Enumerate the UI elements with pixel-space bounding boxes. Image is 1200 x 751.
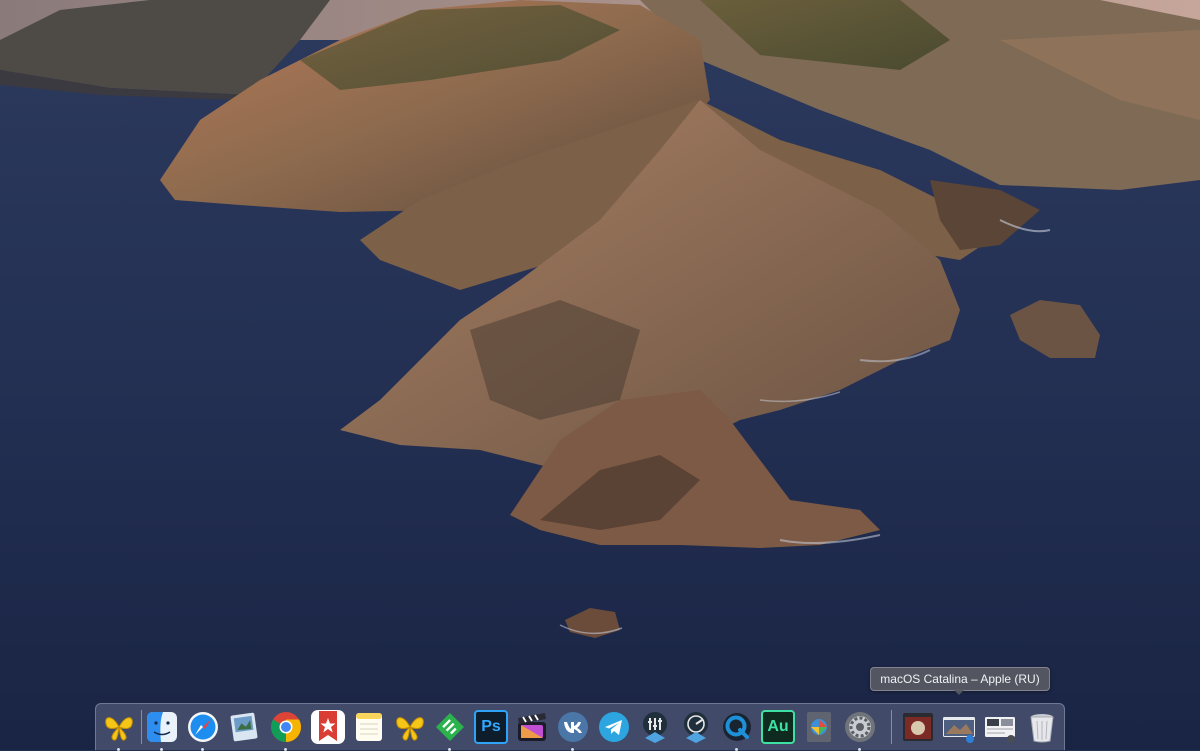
dock-item-butterfly[interactable] bbox=[391, 708, 429, 746]
quicktime-icon bbox=[723, 713, 751, 741]
dock-item-wunderlist[interactable] bbox=[309, 708, 347, 746]
finder-icon bbox=[147, 712, 177, 742]
dock-item-butterfly-left[interactable] bbox=[100, 708, 138, 746]
safari-icon bbox=[188, 712, 218, 742]
clapper-icon bbox=[518, 713, 546, 741]
dock-item-logic-remote[interactable] bbox=[677, 708, 715, 746]
dock: Ps Au bbox=[95, 703, 1065, 751]
dock-item-trash[interactable] bbox=[1023, 708, 1061, 746]
dock-item-safari[interactable] bbox=[184, 708, 222, 746]
dock-item-audition[interactable]: Au bbox=[759, 708, 797, 746]
dock-separator bbox=[141, 710, 142, 744]
dock-item-pixelmator[interactable] bbox=[800, 708, 838, 746]
butterfly-icon bbox=[105, 717, 133, 741]
audition-icon: Au bbox=[761, 710, 795, 744]
dock-item-vk[interactable] bbox=[554, 708, 592, 746]
gear-icon bbox=[845, 712, 875, 742]
dock-item-logic-pro[interactable] bbox=[636, 708, 674, 746]
dock-item-system-preferences[interactable] bbox=[841, 708, 879, 746]
dock-item-photoshop[interactable]: Ps bbox=[472, 708, 510, 746]
dock-item-downloads[interactable] bbox=[981, 708, 1019, 746]
chrome-icon bbox=[270, 712, 302, 742]
catalina-wallpaper bbox=[0, 0, 1200, 750]
notes-icon bbox=[356, 713, 382, 741]
dock-item-preview[interactable] bbox=[225, 708, 263, 746]
pixelmator-icon bbox=[807, 712, 831, 742]
dock-item-catalina-window[interactable] bbox=[940, 708, 978, 746]
logic-remote-icon bbox=[684, 712, 708, 743]
trash-icon bbox=[1030, 714, 1054, 743]
feedly-icon bbox=[436, 713, 464, 741]
tooltip-arrow bbox=[953, 689, 965, 695]
preview-icon bbox=[230, 712, 258, 742]
telegram-icon bbox=[599, 712, 629, 742]
folder-stack-icon bbox=[985, 717, 1015, 743]
dock-item-finder[interactable] bbox=[143, 708, 181, 746]
dock-item-chrome[interactable] bbox=[267, 708, 305, 746]
dock-item-quicktime[interactable] bbox=[718, 708, 756, 746]
logic-icon bbox=[643, 712, 667, 743]
dock-item-telegram[interactable] bbox=[595, 708, 633, 746]
window-thumbnail-icon bbox=[903, 713, 933, 741]
desktop-wallpaper bbox=[0, 0, 1200, 750]
butterfly-icon bbox=[396, 717, 424, 741]
dock-item-minimized-window[interactable] bbox=[899, 708, 937, 746]
dock-item-notes[interactable] bbox=[350, 708, 388, 746]
star-list-icon bbox=[311, 710, 345, 744]
dock-item-final-cut-pro[interactable] bbox=[513, 708, 551, 746]
catalina-thumbnail-icon bbox=[943, 717, 975, 743]
dock-separator bbox=[891, 710, 892, 744]
dock-tooltip: macOS Catalina – Apple (RU) bbox=[870, 667, 1050, 691]
vk-icon bbox=[558, 712, 588, 742]
dock-item-feedly[interactable] bbox=[431, 708, 469, 746]
photoshop-icon: Ps bbox=[474, 710, 508, 744]
